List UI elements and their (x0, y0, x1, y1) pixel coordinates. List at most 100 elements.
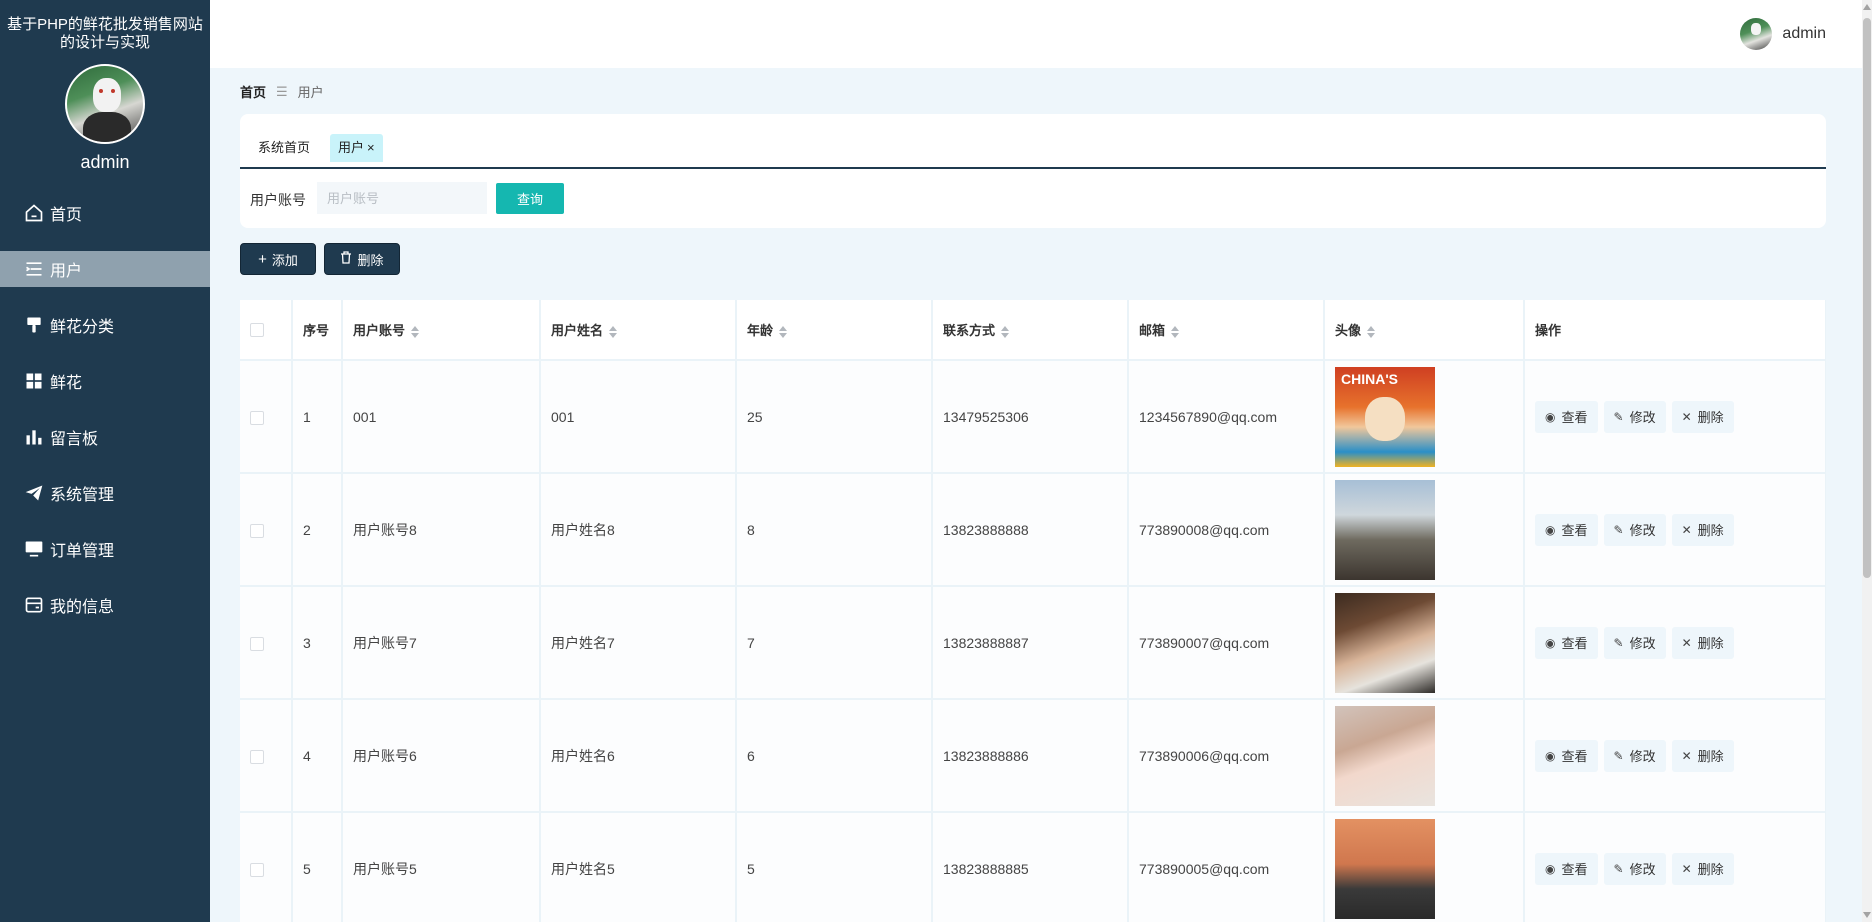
row-checkbox[interactable] (250, 410, 264, 425)
column-header-email[interactable]: 邮箱 (1128, 300, 1325, 361)
edit-button[interactable]: ✎ 修改 (1603, 400, 1666, 433)
avatar-thumbnail[interactable] (1335, 705, 1435, 806)
cell-index: 3 (292, 586, 343, 700)
delete-label: 删除 (1697, 523, 1724, 538)
view-button[interactable]: ◉ 查看 (1535, 739, 1598, 772)
avatar-thumbnail[interactable] (1335, 479, 1435, 580)
column-header-avatar[interactable]: 头像 (1324, 300, 1525, 361)
row-delete-button[interactable]: ✕ 删除 (1671, 513, 1734, 546)
admin-avatar[interactable] (65, 64, 145, 144)
column-header-name[interactable]: 用户姓名 (540, 300, 737, 361)
eye-icon: ◉ (1545, 409, 1556, 424)
tab-system-home[interactable]: 系统首页 (250, 134, 318, 162)
select-all-checkbox[interactable] (250, 323, 264, 338)
admin-name: admin (80, 152, 130, 172)
sort-icon[interactable] (609, 325, 618, 338)
sidebar-item-label: 鲜花分类 (50, 319, 115, 336)
column-header-index: 序号 (292, 300, 343, 361)
edit-icon: ✎ (1613, 409, 1624, 424)
row-delete-button[interactable]: ✕ 删除 (1671, 400, 1734, 433)
edit-button[interactable]: ✎ 修改 (1603, 513, 1666, 546)
tab-bar: 系统首页 用户 × (240, 114, 1826, 169)
view-label: 查看 (1561, 636, 1588, 651)
cell-ops: ◉ 查看 ✎ 修改 ✕ 删除 (1524, 360, 1826, 474)
row-delete-button[interactable]: ✕ 删除 (1671, 852, 1734, 885)
monitor-icon (24, 539, 44, 559)
grid-icon (24, 371, 44, 391)
cell-email: 773890007@qq.com (1128, 586, 1325, 700)
row-delete-button[interactable]: ✕ 删除 (1671, 739, 1734, 772)
cell-age: 8 (736, 473, 933, 587)
sidebar-item-system[interactable]: 系统管理 (0, 475, 210, 511)
avatar-thumbnail[interactable]: CHINA'S (1335, 366, 1435, 467)
delete-button[interactable]: 删除 (324, 243, 400, 275)
view-button[interactable]: ◉ 查看 (1535, 513, 1598, 546)
edit-icon: ✎ (1613, 748, 1624, 763)
row-checkbox[interactable] (250, 523, 264, 538)
tab-users[interactable]: 用户 × (330, 134, 383, 162)
sidebar-item-label: 首页 (50, 207, 83, 224)
row-select-cell (240, 812, 293, 922)
row-checkbox[interactable] (250, 862, 264, 877)
sidebar-item-users[interactable]: 用户 (0, 251, 210, 287)
sidebar-item-home[interactable]: 首页 (0, 195, 210, 231)
cell-ops: ◉ 查看 ✎ 修改 ✕ 删除 (1524, 586, 1826, 700)
sort-icon[interactable] (779, 325, 788, 338)
cell-age: 5 (736, 812, 933, 922)
eye-icon: ◉ (1545, 522, 1556, 537)
cell-phone: 13823888888 (932, 473, 1129, 587)
cell-phone: 13823888887 (932, 586, 1129, 700)
sort-icon[interactable] (1001, 325, 1010, 338)
page-scrollbar[interactable] (1862, 0, 1872, 922)
column-header-phone[interactable]: 联系方式 (932, 300, 1129, 361)
edit-button[interactable]: ✎ 修改 (1603, 739, 1666, 772)
edit-button[interactable]: ✎ 修改 (1603, 626, 1666, 659)
trash-icon (340, 250, 352, 268)
edit-label: 修改 (1629, 523, 1656, 538)
cell-account: 用户账号6 (342, 699, 541, 813)
avatar-thumbnail[interactable] (1335, 818, 1435, 919)
sidebar-menu: 首页 用户 鲜花分类 鲜花 留言板 系统管理 订单管理 我的信息 (0, 195, 210, 623)
cell-index: 5 (292, 812, 343, 922)
close-icon[interactable]: × (367, 140, 375, 155)
sidebar-item-my-info[interactable]: 我的信息 (0, 587, 210, 623)
scroll-down-arrow-icon[interactable] (1863, 912, 1871, 918)
sidebar-item-message-board[interactable]: 留言板 (0, 419, 210, 455)
edit-button[interactable]: ✎ 修改 (1603, 852, 1666, 885)
delete-label: 删除 (1697, 636, 1724, 651)
cell-name: 用户姓名6 (540, 699, 737, 813)
edit-icon: ✎ (1613, 861, 1624, 876)
add-button[interactable]: + 添加 (240, 243, 316, 275)
sort-icon[interactable] (1367, 325, 1376, 338)
search-input[interactable] (317, 182, 487, 214)
row-checkbox[interactable] (250, 636, 264, 651)
view-button[interactable]: ◉ 查看 (1535, 852, 1598, 885)
row-checkbox[interactable] (250, 749, 264, 764)
column-label: 年龄 (747, 323, 774, 338)
sidebar-item-flower-category[interactable]: 鲜花分类 (0, 307, 210, 343)
cell-account: 用户账号5 (342, 812, 541, 922)
sidebar-item-flowers[interactable]: 鲜花 (0, 363, 210, 399)
delete-button-label: 删除 (357, 252, 384, 268)
avatar-text: CHINA'S (1341, 370, 1398, 387)
cell-email: 1234567890@qq.com (1128, 360, 1325, 474)
avatar-thumbnail[interactable] (1335, 592, 1435, 693)
sort-icon[interactable] (411, 325, 420, 338)
breadcrumb: 首页 ☰ 用户 (240, 82, 324, 101)
view-button[interactable]: ◉ 查看 (1535, 626, 1598, 659)
column-header-age[interactable]: 年龄 (736, 300, 933, 361)
scroll-up-arrow-icon[interactable] (1863, 4, 1871, 10)
sort-icon[interactable] (1171, 325, 1180, 338)
scroll-thumb[interactable] (1863, 18, 1871, 578)
sidebar-item-orders[interactable]: 订单管理 (0, 531, 210, 567)
breadcrumb-home[interactable]: 首页 (240, 82, 266, 101)
edit-label: 修改 (1629, 749, 1656, 764)
column-header-account[interactable]: 用户账号 (342, 300, 541, 361)
row-select-cell (240, 360, 293, 474)
search-button[interactable]: 查询 (496, 183, 564, 214)
row-delete-button[interactable]: ✕ 删除 (1671, 626, 1734, 659)
delete-label: 删除 (1697, 862, 1724, 877)
view-button[interactable]: ◉ 查看 (1535, 400, 1598, 433)
user-menu[interactable]: admin (1740, 18, 1826, 50)
sidebar-item-label: 订单管理 (50, 543, 115, 560)
